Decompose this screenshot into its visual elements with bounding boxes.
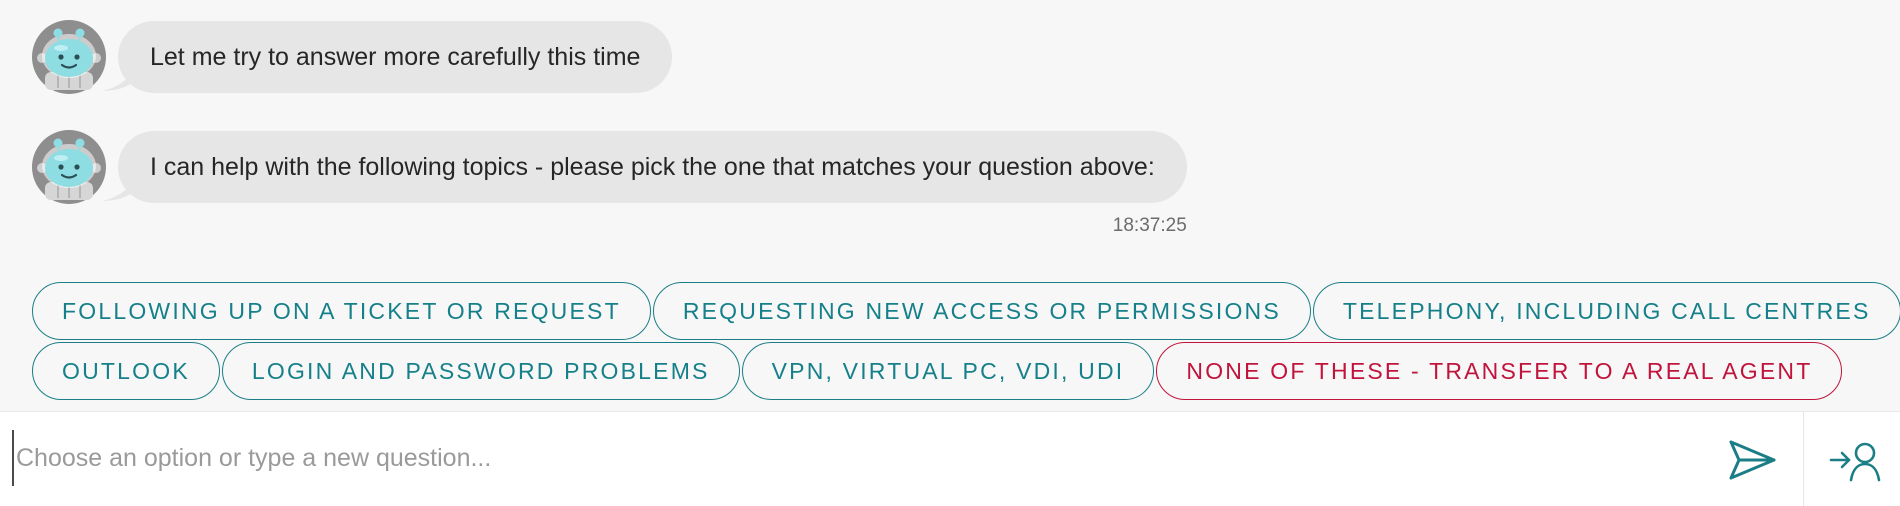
transfer-agent-icon (1829, 442, 1881, 482)
send-button[interactable] (1724, 432, 1782, 488)
message-text: I can help with the following topics - p… (150, 152, 1155, 181)
transfer-agent-button[interactable] (1826, 430, 1886, 490)
option-telephony-button[interactable]: TELEPHONY, INCLUDING CALL CENTRES (1312, 282, 1900, 340)
message-bubble-wrapper: Let me try to answer more carefully this… (102, 21, 673, 93)
option-transfer-agent-button[interactable]: NONE OF THESE - TRANSFER TO A REAL AGENT (1156, 342, 1843, 400)
robot-avatar-icon (32, 130, 106, 204)
option-new-access-button[interactable]: REQUESTING NEW ACCESS OR PERMISSIONS (652, 282, 1311, 340)
quick-reply-options: FOLLOWING UP ON A TICKET OR REQUEST REQU… (32, 282, 1900, 402)
option-ticket-followup-button[interactable]: FOLLOWING UP ON A TICKET OR REQUEST (32, 282, 651, 340)
options-row: OUTLOOK LOGIN AND PASSWORD PROBLEMS VPN,… (32, 342, 1843, 400)
bubble-tail-icon (102, 63, 136, 91)
option-outlook-button[interactable]: OUTLOOK (32, 342, 220, 400)
robot-avatar-icon (32, 20, 106, 94)
message-bubble-wrapper: I can help with the following topics - p… (102, 131, 1187, 236)
bot-message-row: Let me try to answer more carefully this… (32, 20, 673, 94)
message-text: Let me try to answer more carefully this… (150, 42, 641, 71)
options-row: FOLLOWING UP ON A TICKET OR REQUEST REQU… (32, 282, 1900, 340)
option-login-password-button[interactable]: LOGIN AND PASSWORD PROBLEMS (221, 342, 740, 400)
message-bubble: I can help with the following topics - p… (118, 131, 1187, 203)
bubble-tail-icon (102, 173, 136, 201)
message-timestamp: 18:37:25 (1112, 215, 1187, 236)
send-icon (1729, 440, 1776, 480)
bot-message-row: I can help with the following topics - p… (32, 130, 1187, 236)
chat-input[interactable] (12, 430, 1712, 486)
option-vpn-button[interactable]: VPN, VIRTUAL PC, VDI, UDI (741, 342, 1155, 400)
message-bubble: Let me try to answer more carefully this… (118, 21, 673, 93)
input-divider (1803, 412, 1804, 506)
chat-input-bar (0, 411, 1900, 506)
